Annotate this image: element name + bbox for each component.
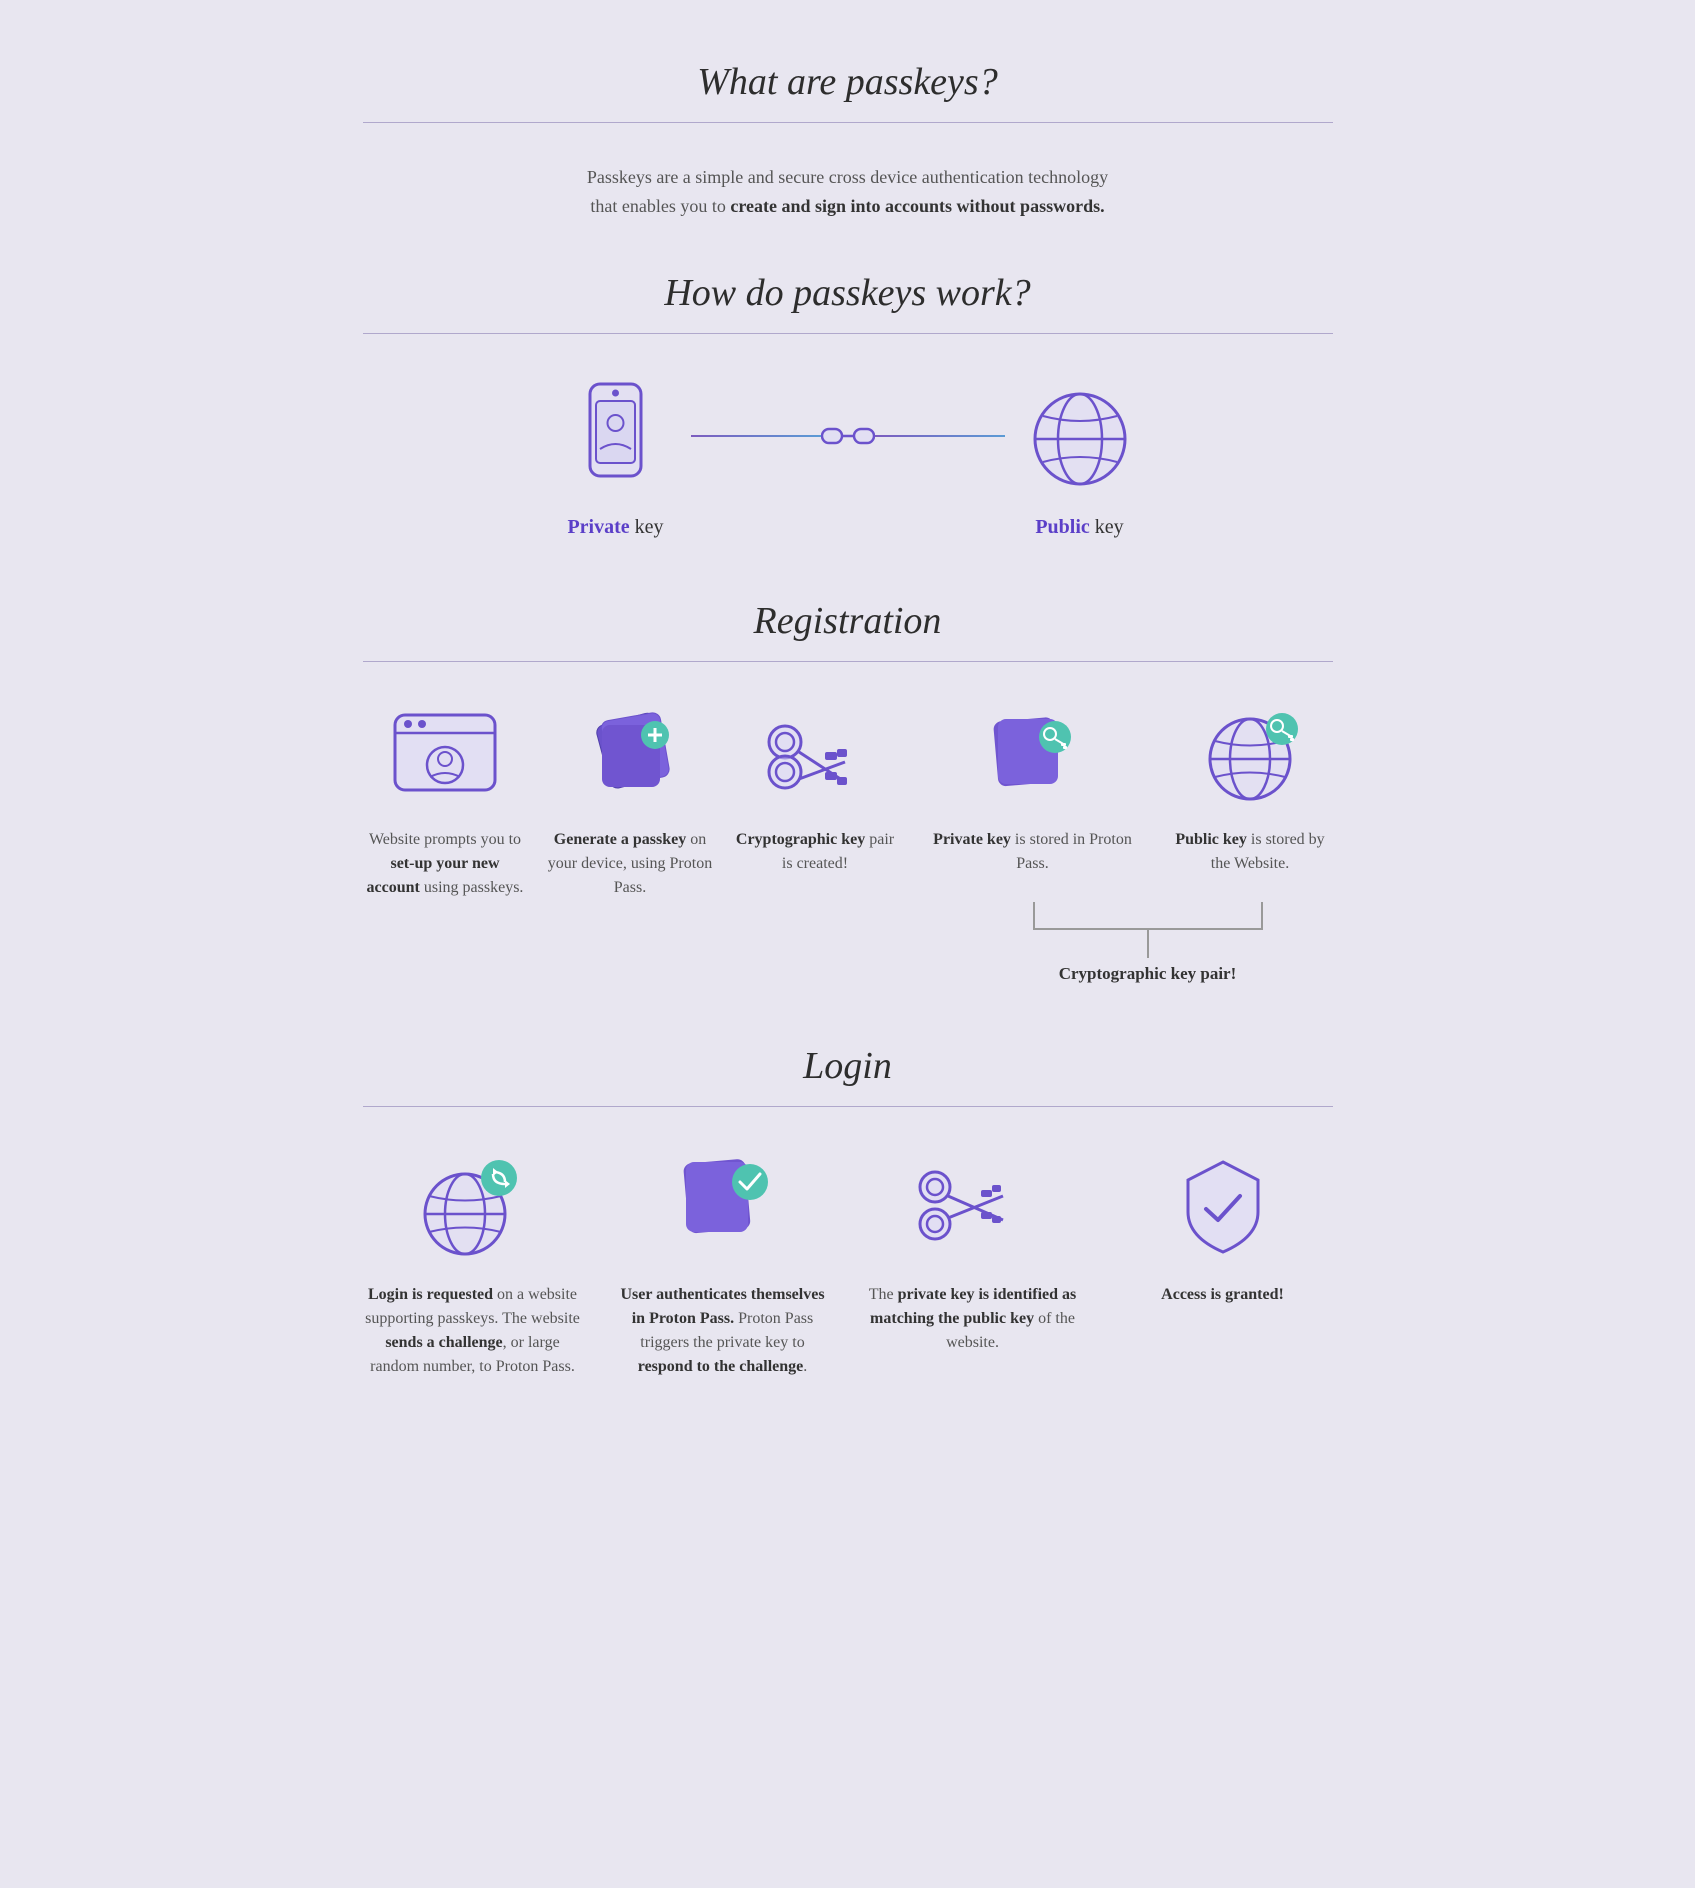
reg-step-1-text: Website prompts you to set-up your new a… — [363, 828, 528, 900]
public-key-item: Public key — [1025, 374, 1135, 539]
crypto-keys-icon — [755, 702, 875, 812]
reg-step-2-text: Generate a passkey on your device, using… — [548, 828, 713, 900]
login-step-4: Access is granted! — [1113, 1147, 1333, 1307]
reg-step-4-text: Private key is stored in Proton Pass. — [918, 828, 1148, 876]
login-step-1: Login is requested on a website supporti… — [363, 1147, 583, 1379]
login-step-3: The private key is identified as matchin… — [863, 1147, 1083, 1355]
generate-passkey-icon — [570, 702, 690, 812]
key-match-icon — [908, 1147, 1038, 1267]
reg-step-3-text: Cryptographic key pair is created! — [733, 828, 898, 876]
public-key-stored-icon — [1190, 702, 1310, 812]
crypto-bracket: Cryptographic key pair! — [918, 902, 1148, 984]
key-pair-section: Private key — [363, 374, 1333, 539]
website-prompt-icon — [385, 702, 505, 812]
reg-step-5-text: Public key is stored by the Website. — [1168, 828, 1333, 876]
connector-line-left — [691, 435, 821, 437]
registration-title: Registration — [363, 599, 1333, 643]
private-key-label: Private key — [567, 516, 663, 539]
intro-text: Passkeys are a simple and secure cross d… — [363, 163, 1333, 221]
page-container: What are passkeys? Passkeys are a simple… — [323, 0, 1373, 1499]
connector-line-right — [875, 435, 1005, 437]
reg-steps: Website prompts you to set-up your new a… — [363, 702, 1333, 984]
login-title: Login — [363, 1044, 1333, 1088]
link-icon — [821, 421, 875, 451]
login-step-2-text: User authenticates themselves in Proton … — [613, 1283, 833, 1379]
key-pair-diagram: Private key — [363, 374, 1333, 539]
private-key-icon — [561, 374, 671, 504]
access-granted-icon — [1158, 1147, 1288, 1267]
private-key-item: Private key — [561, 374, 671, 539]
public-key-icon — [1025, 374, 1135, 504]
login-divider — [363, 1106, 1333, 1107]
registration-section: Website prompts you to set-up your new a… — [363, 702, 1333, 984]
private-key-stored-icon — [973, 702, 1093, 812]
login-step-2: User authenticates themselves in Proton … — [613, 1147, 833, 1379]
main-title: What are passkeys? — [363, 60, 1333, 104]
reg-step-4: Private key is stored in Proton Pass. Cr… — [918, 702, 1148, 984]
how-title: How do passkeys work? — [363, 271, 1333, 315]
reg-step-1: Website prompts you to set-up your new a… — [363, 702, 528, 900]
login-step-1-text: Login is requested on a website supporti… — [363, 1283, 583, 1379]
login-step-4-text: Access is granted! — [1161, 1283, 1284, 1307]
authenticate-icon — [658, 1147, 788, 1267]
login-section: Login is requested on a website supporti… — [363, 1147, 1333, 1379]
bracket-top — [1033, 902, 1263, 930]
reg-step-2: Generate a passkey on your device, using… — [548, 702, 713, 900]
how-divider — [363, 333, 1333, 334]
bracket-label: Cryptographic key pair! — [1059, 964, 1237, 984]
key-connector — [691, 421, 1005, 451]
registration-divider — [363, 661, 1333, 662]
reg-step-3: Cryptographic key pair is created! — [733, 702, 898, 876]
bracket-arrow — [1147, 930, 1149, 958]
login-step-3-text: The private key is identified as matchin… — [863, 1283, 1083, 1355]
login-steps: Login is requested on a website supporti… — [363, 1147, 1333, 1379]
public-key-label: Public key — [1035, 516, 1123, 539]
title-divider — [363, 122, 1333, 123]
reg-step-5: Public key is stored by the Website. — [1168, 702, 1333, 876]
login-requested-icon — [408, 1147, 538, 1267]
